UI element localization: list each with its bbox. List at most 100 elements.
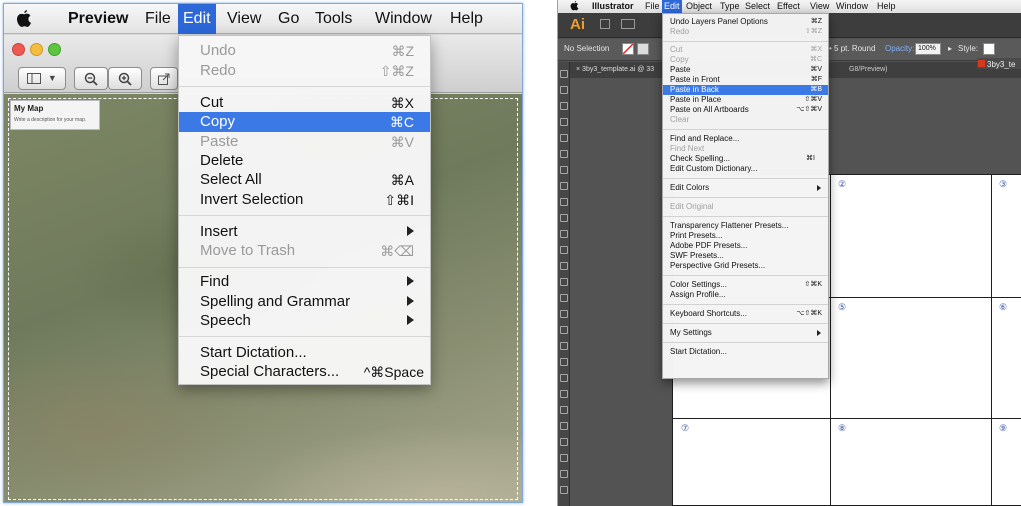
pencil-tool-icon[interactable]	[560, 214, 568, 222]
menu-app-name[interactable]: Preview	[63, 4, 133, 34]
menu-select[interactable]: Select	[743, 0, 772, 13]
menu-item-paste[interactable]: Paste ⌘V	[663, 65, 828, 75]
minimize-button[interactable]	[30, 43, 43, 56]
style-swatch[interactable]	[983, 43, 995, 55]
menu-item-find-and-replace[interactable]: Find and Replace...	[663, 134, 828, 144]
share-button[interactable]	[150, 67, 178, 90]
menu-item-clear[interactable]: Clear	[663, 115, 828, 125]
menu-edit[interactable]: Edit	[662, 0, 682, 13]
blob-brush-tool-icon[interactable]	[560, 230, 568, 238]
direct-selection-tool-icon[interactable]	[560, 86, 568, 94]
warp-tool-icon[interactable]	[560, 294, 568, 302]
line-tool-icon[interactable]	[560, 166, 568, 174]
menu-help[interactable]: Help	[445, 4, 488, 34]
artboard-tool-icon[interactable]	[560, 454, 568, 462]
menu-window[interactable]: Window	[370, 4, 437, 34]
rectangle-tool-icon[interactable]	[560, 182, 568, 190]
menu-type[interactable]: Type	[718, 0, 742, 13]
menu-item-copy[interactable]: Copy ⌘C	[179, 112, 430, 132]
menu-object[interactable]: Object	[684, 0, 714, 13]
menu-go[interactable]: Go	[273, 4, 304, 34]
menu-window[interactable]: Window	[834, 0, 870, 13]
close-button[interactable]	[12, 43, 25, 56]
symbol-sprayer-tool-icon[interactable]	[560, 422, 568, 430]
menu-view[interactable]: View	[222, 4, 266, 34]
menu-item-move-to-trash[interactable]: Move to Trash ⌘⌫	[179, 241, 430, 261]
free-transform-tool-icon[interactable]	[560, 310, 568, 318]
menu-item-redo[interactable]: Redo ⇧⌘Z	[663, 27, 828, 37]
menu-item-spelling-grammar[interactable]: Spelling and Grammar	[179, 292, 430, 312]
opacity-dropdown-icon[interactable]: ▸	[948, 44, 952, 53]
eyedropper-tool-icon[interactable]	[560, 390, 568, 398]
menu-item-print-presets[interactable]: Print Presets...	[663, 231, 828, 241]
zoom-in-button[interactable]	[108, 67, 142, 90]
type-tool-icon[interactable]	[560, 150, 568, 158]
document-tab[interactable]: × 3by3_template.ai @ 33	[576, 66, 654, 73]
menu-item-copy[interactable]: Copy ⌘C	[663, 55, 828, 65]
menu-item-cut[interactable]: Cut ⌘X	[663, 45, 828, 55]
menu-item-color-settings[interactable]: Color Settings... ⇧⌘K	[663, 280, 828, 290]
menu-item-check-spelling[interactable]: Check Spelling... ⌘I	[663, 154, 828, 164]
menu-view[interactable]: View	[808, 0, 831, 13]
menu-app-name[interactable]: Illustrator	[590, 0, 636, 13]
stroke-profile[interactable]: • 5 pt. Round	[829, 44, 875, 53]
menu-item-edit-custom-dictionary[interactable]: Edit Custom Dictionary...	[663, 164, 828, 174]
menu-item-assign-profile[interactable]: Assign Profile...	[663, 290, 828, 300]
menu-item-redo[interactable]: Redo ⇧⌘Z	[179, 61, 430, 81]
zoom-out-button[interactable]	[74, 67, 108, 90]
menu-item-insert[interactable]: Insert	[179, 222, 430, 242]
menu-effect[interactable]: Effect	[775, 0, 802, 13]
menu-help[interactable]: Help	[875, 0, 898, 13]
menu-item-undo[interactable]: Undo ⌘Z	[179, 41, 430, 61]
hand-tool-icon[interactable]	[560, 470, 568, 478]
document-name-badge[interactable]: 3by3_te	[977, 58, 1021, 69]
menu-file[interactable]: File	[643, 0, 662, 13]
menu-file[interactable]: File	[140, 4, 176, 34]
menu-item-edit-original[interactable]: Edit Original	[663, 202, 828, 212]
menu-item-paste-on-all-artboards[interactable]: Paste on All Artboards ⌥⇧⌘V	[663, 105, 828, 115]
arrange-documents-icon[interactable]	[621, 19, 635, 29]
blend-tool-icon[interactable]	[560, 406, 568, 414]
menu-item-invert-selection[interactable]: Invert Selection ⇧⌘I	[179, 190, 430, 210]
gradient-tool-icon[interactable]	[560, 374, 568, 382]
perspective-grid-tool-icon[interactable]	[560, 342, 568, 350]
menu-item-paste-in-back[interactable]: Paste in Back ⌘B	[663, 85, 828, 95]
apple-icon[interactable]	[16, 10, 32, 28]
menu-edit[interactable]: Edit	[178, 4, 216, 34]
menu-item-undo-layers-panel-options[interactable]: Undo Layers Panel Options ⌘Z	[663, 17, 828, 27]
eraser-tool-icon[interactable]	[560, 246, 568, 254]
menu-item-transparency-flattener-presets[interactable]: Transparency Flattener Presets...	[663, 221, 828, 231]
selection-tool-icon[interactable]	[560, 70, 568, 78]
menu-item-swf-presets[interactable]: SWF Presets...	[663, 251, 828, 261]
menu-tools[interactable]: Tools	[310, 4, 357, 34]
magic-wand-tool-icon[interactable]	[560, 102, 568, 110]
mesh-tool-icon[interactable]	[560, 358, 568, 366]
stroke-swatch[interactable]	[637, 43, 649, 55]
menu-item-perspective-grid-presets[interactable]: Perspective Grid Presets...	[663, 261, 828, 271]
opacity-label[interactable]: Opacity:	[885, 44, 914, 53]
menu-item-my-settings[interactable]: My Settings	[663, 328, 828, 338]
sidebar-view-button[interactable]: ▼	[18, 67, 66, 90]
menu-item-start-dictation[interactable]: Start Dictation...	[663, 347, 828, 357]
map-info-card[interactable]: My Map Write a description for your map.	[10, 100, 100, 130]
menu-item-cut[interactable]: Cut ⌘X	[179, 93, 430, 113]
zoom-button[interactable]	[48, 43, 61, 56]
menu-item-keyboard-shortcuts[interactable]: Keyboard Shortcuts... ⌥⇧⌘K	[663, 309, 828, 319]
rotate-tool-icon[interactable]	[560, 262, 568, 270]
menu-item-edit-colors[interactable]: Edit Colors	[663, 183, 828, 193]
menu-item-paste-in-front[interactable]: Paste in Front ⌘F	[663, 75, 828, 85]
menu-item-speech[interactable]: Speech	[179, 311, 430, 331]
opacity-field[interactable]: 100%	[915, 43, 941, 55]
menu-item-select-all[interactable]: Select All ⌘A	[179, 170, 430, 190]
paintbrush-tool-icon[interactable]	[560, 198, 568, 206]
graph-tool-icon[interactable]	[560, 438, 568, 446]
menu-item-paste[interactable]: Paste ⌘V	[179, 132, 430, 152]
fill-swatch[interactable]	[622, 43, 634, 55]
menu-item-find-next[interactable]: Find Next	[663, 144, 828, 154]
bridge-icon[interactable]	[600, 19, 610, 29]
shape-builder-tool-icon[interactable]	[560, 326, 568, 334]
menu-item-paste-in-place[interactable]: Paste in Place ⇧⌘V	[663, 95, 828, 105]
menu-item-find[interactable]: Find	[179, 272, 430, 292]
scale-tool-icon[interactable]	[560, 278, 568, 286]
menu-item-special-characters[interactable]: Special Characters... ^⌘Space	[179, 362, 430, 382]
